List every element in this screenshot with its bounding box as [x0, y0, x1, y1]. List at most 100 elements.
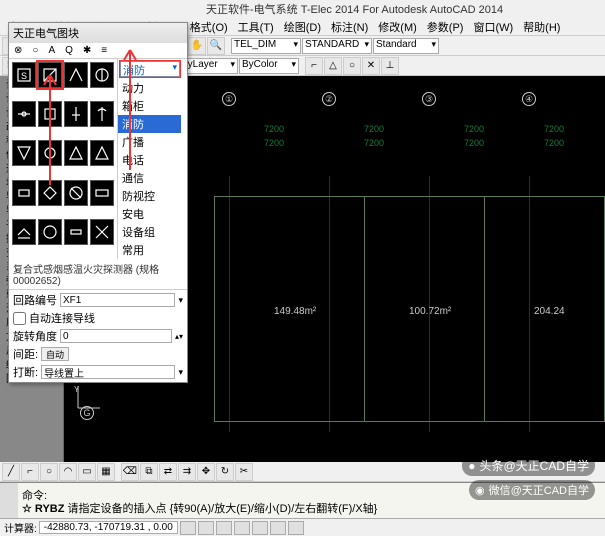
sym-7[interactable]: [64, 101, 88, 127]
sym-heat-det[interactable]: [38, 62, 62, 88]
room-area-1: 149.48m²: [274, 306, 316, 317]
mod-offset-icon[interactable]: ⇉: [178, 463, 196, 481]
room-area-2: 100.72m²: [409, 306, 451, 317]
ucs-icon: Y: [74, 382, 104, 412]
cat-cabinet[interactable]: 箱柜: [118, 97, 181, 115]
mod-trim-icon[interactable]: ✂: [235, 463, 253, 481]
zoom-icon[interactable]: 🔍: [207, 37, 225, 55]
watermark-2: ◉微信@天正CAD自学: [469, 480, 595, 500]
polar-toggle[interactable]: [234, 521, 250, 535]
sym-18[interactable]: [38, 219, 62, 245]
osnap-mid-icon[interactable]: △: [324, 57, 342, 75]
menu-tools[interactable]: 工具(T): [234, 19, 278, 35]
cmd-current[interactable]: ☆ RYBZ 请指定设备的插入点 {转90(A)/放大(E)/缩小(D)/左右翻…: [22, 503, 601, 516]
dim-1b: 7200: [264, 138, 284, 148]
grid-toggle[interactable]: [198, 521, 214, 535]
ptab-4[interactable]: ✱: [80, 45, 94, 56]
tool-arc-icon[interactable]: ◠: [59, 463, 77, 481]
mod-rotate-icon[interactable]: ↻: [216, 463, 234, 481]
tool-hatch-icon[interactable]: ▦: [97, 463, 115, 481]
cat-phone[interactable]: 电话: [118, 151, 181, 169]
break-input[interactable]: [41, 365, 175, 379]
menu-draw[interactable]: 绘图(D): [280, 19, 325, 35]
sym-12[interactable]: [90, 140, 114, 166]
tool-line-icon[interactable]: ╱: [2, 463, 20, 481]
ptab-5[interactable]: ≡: [98, 45, 110, 56]
break-dropdown-icon[interactable]: ▾: [178, 367, 183, 378]
ptab-2[interactable]: A: [45, 45, 58, 56]
menu-param[interactable]: 参数(P): [423, 19, 468, 35]
rot-spinner-icon[interactable]: ▴▾: [175, 332, 183, 341]
menu-modify[interactable]: 修改(M): [374, 19, 421, 35]
snap-toggle[interactable]: [180, 521, 196, 535]
dyn-toggle[interactable]: [288, 521, 304, 535]
cat-comm[interactable]: 通信: [118, 169, 181, 187]
mod-erase-icon[interactable]: ⌫: [121, 463, 139, 481]
sym-5[interactable]: [12, 101, 36, 127]
mod-mirror-icon[interactable]: ⇄: [159, 463, 177, 481]
grid-bubble-4: ④: [522, 92, 536, 106]
cmd-scrollbar[interactable]: [0, 483, 18, 518]
menu-window[interactable]: 窗口(W): [469, 19, 517, 35]
otrack-toggle[interactable]: [270, 521, 286, 535]
lineweight-combo[interactable]: ByColor: [239, 58, 299, 74]
textstyle-combo[interactable]: STANDARD: [302, 38, 372, 54]
sym-15[interactable]: [64, 180, 88, 206]
cat-power[interactable]: 动力: [118, 79, 181, 97]
cat-broadcast[interactable]: 广播: [118, 133, 181, 151]
dim-4: 7200: [544, 124, 564, 134]
cat-common[interactable]: 常用: [118, 241, 181, 259]
sym-19[interactable]: [64, 219, 88, 245]
sym-20[interactable]: [90, 219, 114, 245]
sym-manual-call[interactable]: [64, 62, 88, 88]
sym-smoke-det-1[interactable]: S: [12, 62, 36, 88]
tool-circle-icon[interactable]: ○: [40, 463, 58, 481]
sym-13[interactable]: [12, 180, 36, 206]
menu-help[interactable]: 帮助(H): [519, 19, 564, 35]
dimstyle-combo[interactable]: TEL_DIM: [231, 38, 301, 54]
ptab-3[interactable]: Q: [62, 45, 76, 56]
sym-16[interactable]: [90, 180, 114, 206]
sym-17[interactable]: [12, 219, 36, 245]
tablestyle-combo[interactable]: Standard: [373, 38, 439, 54]
ptab-1[interactable]: ○: [29, 45, 41, 56]
spacing-button[interactable]: 自动: [41, 347, 69, 361]
sym-6[interactable]: [38, 101, 62, 127]
mod-copy-icon[interactable]: ⧉: [140, 463, 158, 481]
auto-connect-checkbox[interactable]: [13, 312, 26, 325]
sym-9[interactable]: [12, 140, 36, 166]
osnap-end-icon[interactable]: ⌐: [305, 57, 323, 75]
loop-input[interactable]: [60, 293, 175, 307]
cat-group[interactable]: 设备组: [118, 223, 181, 241]
tool-rect-icon[interactable]: ▭: [78, 463, 96, 481]
block-palette: 天正电气图块 ⊗ ○ A Q ✱ ≡ S: [8, 22, 188, 383]
loop-dropdown-icon[interactable]: ▾: [178, 295, 183, 306]
spacing-label: 间距:: [13, 346, 38, 362]
osnap-int-icon[interactable]: ✕: [362, 57, 380, 75]
cat-cctv[interactable]: 防视控: [118, 187, 181, 205]
osnap-toggle[interactable]: [252, 521, 268, 535]
dim-3b: 7200: [464, 138, 484, 148]
sym-10[interactable]: [38, 140, 62, 166]
title-bar: 天正软件-电气系统 T-Elec 2014 For Autodesk AutoC…: [0, 0, 605, 18]
sym-horn[interactable]: [90, 62, 114, 88]
sym-8[interactable]: [90, 101, 114, 127]
status-bar: 计算器: -42880.73, -170719.31 , 0.00: [0, 518, 605, 536]
sym-11[interactable]: [64, 140, 88, 166]
menu-dim[interactable]: 标注(N): [327, 19, 372, 35]
tool-pline-icon[interactable]: ⌐: [21, 463, 39, 481]
loop-label: 回路编号: [13, 292, 57, 308]
cat-security[interactable]: 安电: [118, 205, 181, 223]
mod-move-icon[interactable]: ✥: [197, 463, 215, 481]
menu-format[interactable]: 格式(O): [186, 19, 232, 35]
category-combo[interactable]: 消防: [120, 61, 180, 77]
ptab-0[interactable]: ⊗: [11, 45, 25, 56]
cat-fire[interactable]: 消防: [118, 115, 181, 133]
coord-display: -42880.73, -170719.31 , 0.00: [39, 521, 178, 534]
osnap-cen-icon[interactable]: ○: [343, 57, 361, 75]
osnap-per-icon[interactable]: ⊥: [381, 57, 399, 75]
rot-input[interactable]: [60, 329, 172, 343]
pan-icon[interactable]: ✋: [188, 37, 206, 55]
sym-14[interactable]: [38, 180, 62, 206]
ortho-toggle[interactable]: [216, 521, 232, 535]
